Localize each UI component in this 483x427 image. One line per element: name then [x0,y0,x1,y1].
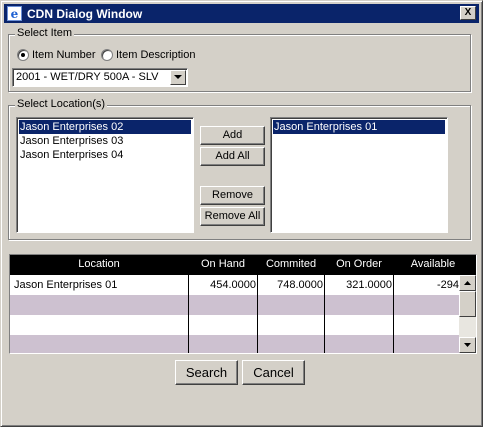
list-item[interactable]: Jason Enterprises 02 [19,120,191,134]
column-divider [324,275,325,353]
cell-location: Jason Enterprises 01 [14,279,118,291]
cancel-button[interactable]: Cancel [242,360,305,385]
svg-text:e: e [11,7,19,21]
radio-item-description[interactable]: Item Description [101,49,195,61]
selected-locations-list[interactable]: Jason Enterprises 01 [270,117,448,233]
grid-header: Location On Hand Commited On Order Avail… [10,255,476,275]
window-title: CDN Dialog Window [27,7,143,21]
column-divider [257,275,258,353]
column-header-commited[interactable]: Commited [258,258,324,270]
add-all-button[interactable]: Add All [200,147,265,166]
chevron-down-icon [174,75,182,79]
table-row[interactable] [10,335,459,353]
scroll-thumb[interactable] [459,291,476,317]
radio-item-description-dot[interactable] [101,49,113,61]
list-item[interactable]: Jason Enterprises 03 [19,134,191,148]
radio-item-number-label: Item Number [32,49,96,61]
remove-button[interactable]: Remove [200,186,265,205]
cell-on-order: 321.0000 [346,279,392,291]
add-button[interactable]: Add [200,126,265,145]
combo-dropdown-button[interactable] [170,70,186,85]
grid-vertical-scrollbar[interactable] [459,275,476,353]
available-locations-list[interactable]: Jason Enterprises 02 Jason Enterprises 0… [16,117,194,233]
column-divider [393,275,394,353]
column-divider [188,275,189,353]
arrow-up-icon [464,281,471,285]
search-button[interactable]: Search [175,360,238,385]
arrow-down-icon [464,343,471,347]
radio-item-description-label: Item Description [116,49,196,61]
app-icon: e [7,6,22,21]
item-combo[interactable]: 2001 - WET/DRY 500A - SLV [12,68,188,87]
table-row[interactable] [10,315,459,335]
table-row[interactable]: Jason Enterprises 01 454.0000 748.0000 3… [10,275,459,295]
column-header-on-hand[interactable]: On Hand [189,258,257,270]
cell-available: -294 [436,279,459,291]
column-header-on-order[interactable]: On Order [325,258,393,270]
list-item[interactable]: Jason Enterprises 01 [273,120,445,134]
select-location-legend: Select Location(s) [15,98,108,110]
cell-commited: 748.0000 [277,279,323,291]
cell-on-hand: 454.0000 [210,279,256,291]
select-item-legend: Select Item [15,27,75,39]
remove-all-button[interactable]: Remove All [200,207,265,226]
inventory-grid: Location On Hand Commited On Order Avail… [9,254,477,354]
list-item[interactable]: Jason Enterprises 04 [19,148,191,162]
column-header-location[interactable]: Location [10,258,188,270]
table-row[interactable] [10,295,459,315]
scroll-down-button[interactable] [459,337,476,353]
item-combo-value: 2001 - WET/DRY 500A - SLV [16,71,159,83]
cdn-dialog-window: e CDN Dialog Window X Select Item Item N… [0,0,483,427]
column-header-available[interactable]: Available [394,258,472,270]
scroll-up-button[interactable] [459,275,476,291]
close-button[interactable]: X [460,6,476,20]
radio-item-number[interactable]: Item Number [17,49,96,61]
title-bar[interactable]: e CDN Dialog Window X [4,4,479,23]
radio-item-number-dot[interactable] [17,49,29,61]
